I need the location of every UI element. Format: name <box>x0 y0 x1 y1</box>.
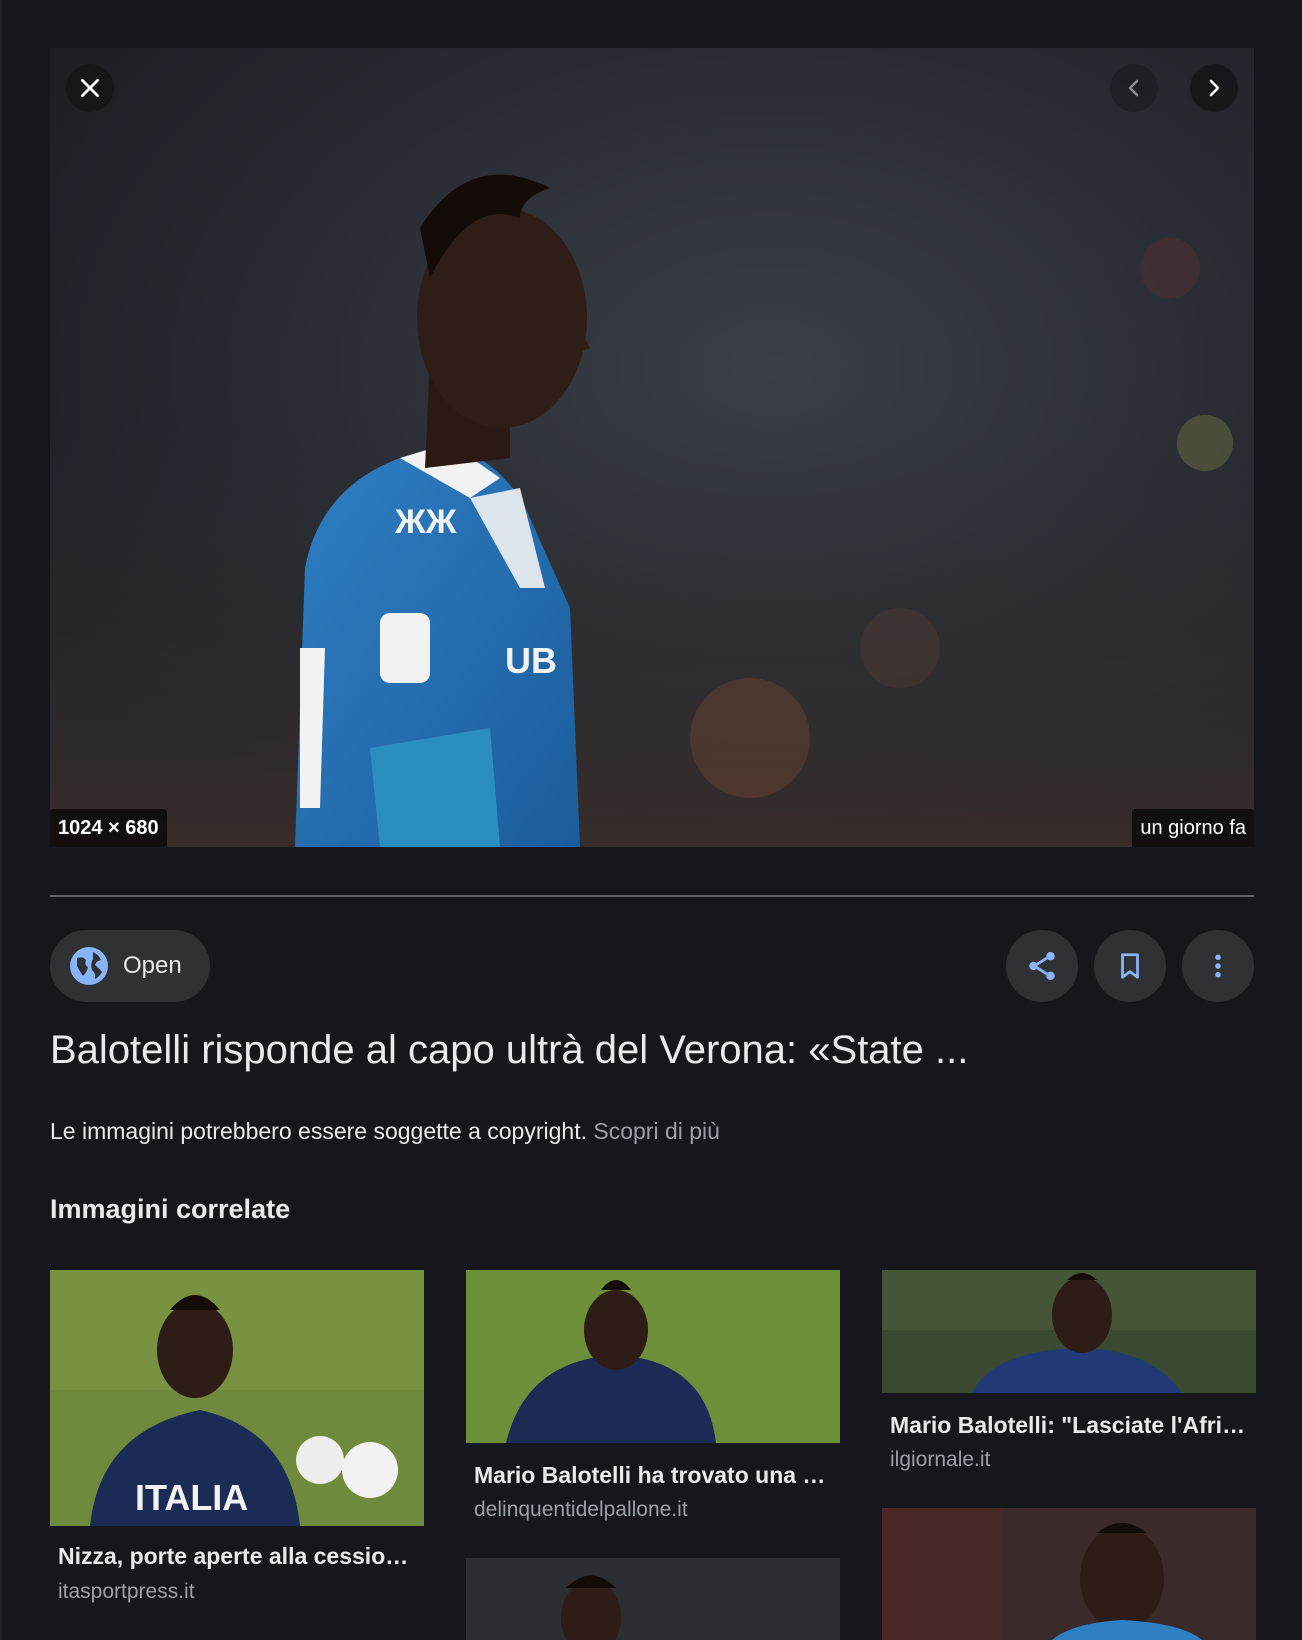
thumbnail-image <box>466 1558 840 1640</box>
next-image-button[interactable] <box>1190 64 1238 112</box>
related-thumbnail: ITALIA <box>50 1270 424 1526</box>
open-button-label: Open <box>123 952 182 979</box>
learn-more-link[interactable]: Scopri di più <box>593 1118 720 1144</box>
related-images-heading: Immagini correlate <box>50 1194 291 1224</box>
related-caption: Mario Balotelli: "Lasciate l'Afri… <box>890 1412 1246 1438</box>
player-photo: ЖЖ UB <box>50 48 1254 847</box>
globe-icon <box>70 947 108 985</box>
related-thumbnail <box>882 1508 1256 1640</box>
related-card[interactable]: ITALIA Nizza, porte aperte alla cessione… <box>50 1270 424 1610</box>
close-icon <box>81 79 99 97</box>
related-source: delinquentidelpallone.it <box>474 1498 688 1521</box>
image-dimensions: 1024 × 680 <box>50 809 167 847</box>
preview-image[interactable]: ЖЖ UB 1024 × 680 un giorno fa <box>50 48 1254 847</box>
related-caption: Nizza, porte aperte alla cessione… <box>58 1543 418 1569</box>
more-vert-icon <box>1215 954 1221 978</box>
save-button[interactable] <box>1094 930 1166 1002</box>
related-card[interactable] <box>882 1508 1256 1640</box>
bookmark-icon <box>1121 953 1139 979</box>
related-card[interactable]: Mario Balotelli: "Lasciate l'Afri… ilgio… <box>882 1270 1256 1490</box>
related-card[interactable] <box>466 1558 840 1640</box>
more-options-button[interactable] <box>1182 930 1254 1002</box>
previous-image-button[interactable] <box>1110 64 1158 112</box>
related-card[interactable]: Mario Balotelli ha trovato una … delinqu… <box>466 1270 840 1530</box>
result-title[interactable]: Balotelli risponde al capo ultrà del Ver… <box>50 1028 1254 1073</box>
thumbnail-image <box>882 1270 1256 1393</box>
chevron-right-icon <box>1209 79 1220 97</box>
svg-text:UB: UB <box>505 640 557 681</box>
related-source: itasportpress.it <box>58 1580 195 1603</box>
svg-text:ЖЖ: ЖЖ <box>394 503 457 541</box>
scrollbar[interactable] <box>1296 0 1302 1640</box>
copyright-text: Le immagini potrebbero essere soggette a… <box>50 1118 587 1144</box>
image-viewer-panel: ЖЖ UB 1024 × 680 un giorno fa Open Balot… <box>2 0 1302 1640</box>
related-thumbnail <box>466 1558 840 1640</box>
share-button[interactable] <box>1006 930 1078 1002</box>
open-source-button[interactable]: Open <box>50 930 210 1002</box>
chevron-left-icon <box>1128 79 1139 97</box>
related-thumbnail <box>882 1270 1256 1393</box>
svg-text:ITALIA: ITALIA <box>135 1477 248 1518</box>
thumbnail-image <box>466 1270 840 1443</box>
related-caption: Mario Balotelli ha trovato una … <box>474 1462 826 1488</box>
thumbnail-image <box>882 1508 1256 1640</box>
share-icon <box>1029 951 1055 981</box>
copyright-notice: Le immagini potrebbero essere soggette a… <box>50 1118 720 1145</box>
image-date: un giorno fa <box>1132 809 1254 847</box>
related-thumbnail <box>466 1270 840 1443</box>
close-button[interactable] <box>66 64 114 112</box>
divider <box>50 895 1254 897</box>
related-source: ilgiornale.it <box>890 1448 991 1471</box>
thumbnail-image: ITALIA <box>50 1270 424 1526</box>
